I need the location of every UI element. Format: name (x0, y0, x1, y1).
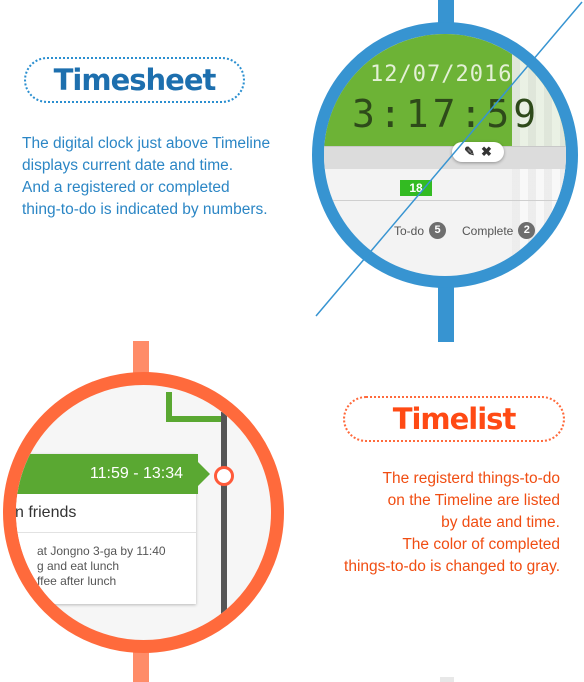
bottom-connector-stub (440, 677, 454, 682)
header-pointer (198, 462, 210, 486)
timelist-description: The registerd things-to-do on the Timeli… (260, 468, 560, 578)
item-title: n friends (15, 504, 77, 521)
timeline-branch (166, 392, 226, 422)
timelist-card-header: 11:59 - 13:34 (16, 454, 198, 494)
item-desc-line: g and eat lunch (37, 559, 120, 573)
timelist-zoom-lens: 11:59 - 13:34 n friends at Jongno 3-ga b… (3, 372, 284, 653)
time-range: 11:59 - 13:34 (89, 465, 183, 482)
timeline-dot[interactable] (214, 466, 234, 486)
item-desc-line: ffee after lunch (37, 574, 117, 588)
timelist-desc-line: things-to-do is changed to gray. (344, 558, 560, 575)
timeline-rail (221, 412, 227, 640)
timelist-desc-line: by date and time. (441, 514, 560, 531)
timelist-title-pill: Timelist (343, 396, 565, 442)
timelist-title: Timelist (392, 402, 517, 436)
timelist-desc-line: The registerd things-to-do (382, 470, 560, 487)
item-description: at Jongno 3-ga by 11:40 g and eat lunch … (37, 544, 166, 589)
timelist-desc-line: on the Timeline are listed (387, 492, 560, 509)
card-divider (16, 532, 196, 533)
item-desc-line: at Jongno 3-ga by 11:40 (37, 544, 166, 558)
timelist-desc-line: The color of completed (402, 536, 560, 553)
